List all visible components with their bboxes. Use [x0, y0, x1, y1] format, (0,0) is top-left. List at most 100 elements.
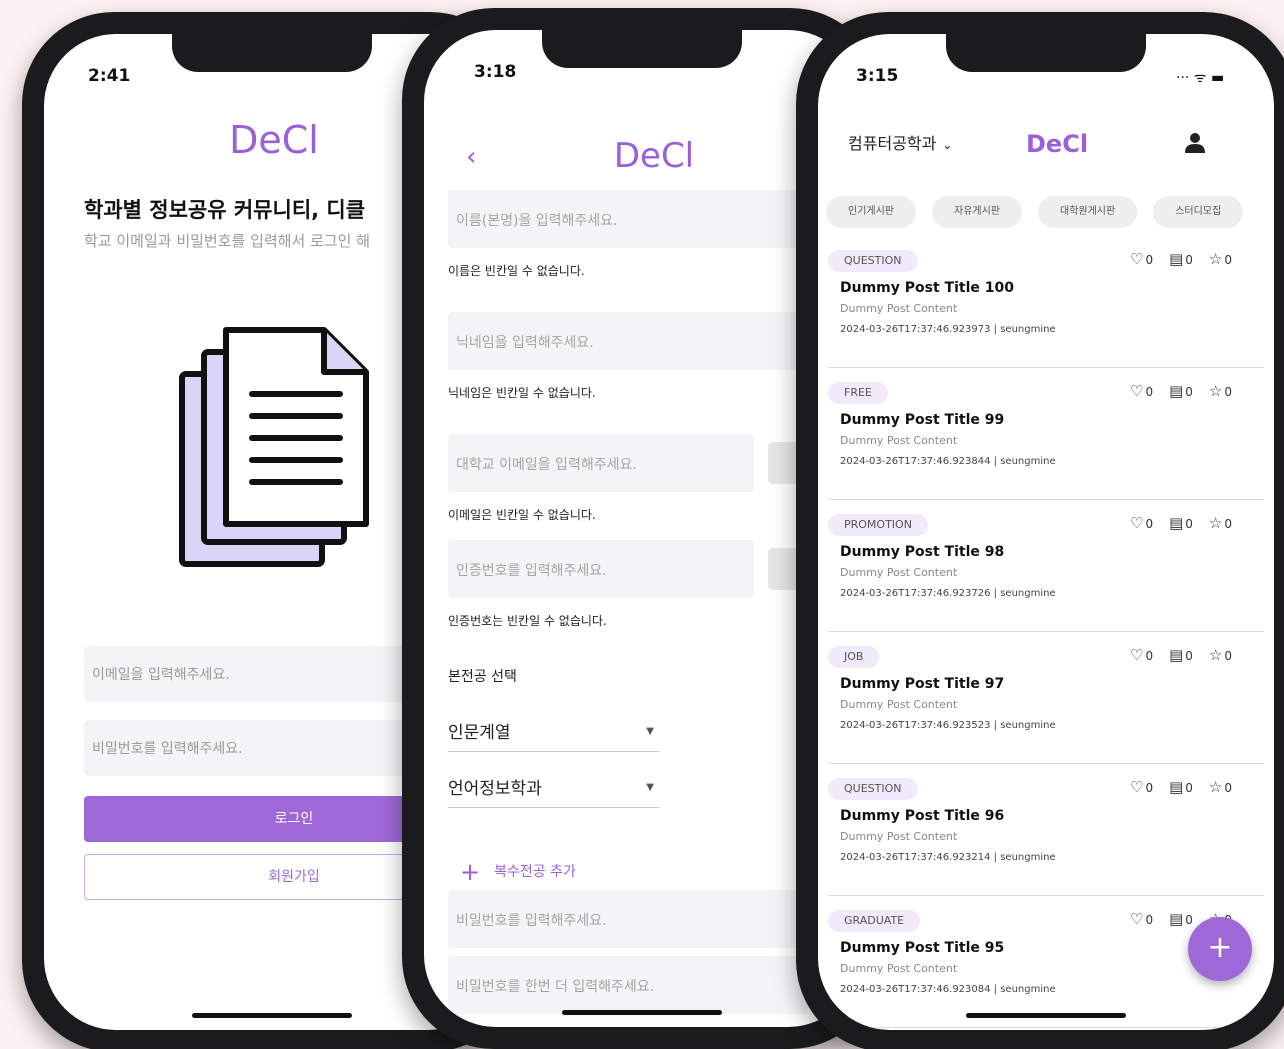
- comment-icon: ▤: [1169, 382, 1184, 400]
- star-count-value: 0: [1224, 649, 1233, 663]
- status-time: 3:18: [474, 62, 517, 82]
- post-title: Dummy Post Title 99: [840, 412, 1005, 428]
- like-count[interactable]: ♡ 0: [1130, 382, 1153, 400]
- user-icon[interactable]: [1184, 132, 1206, 154]
- post-tag: FREE: [828, 382, 888, 404]
- comment-icon: ▤: [1169, 514, 1184, 532]
- like-count[interactable]: ♡ 0: [1130, 514, 1153, 532]
- tab-graduate[interactable]: 대학원게시판: [1038, 196, 1138, 228]
- email-error: 이메일은 빈칸일 수 없습니다.: [448, 508, 596, 522]
- post-stats: ♡0▤0☆0: [1130, 250, 1232, 268]
- app-logo: DeCl: [1026, 130, 1089, 158]
- like-count[interactable]: ♡ 0: [1130, 250, 1153, 268]
- name-input[interactable]: 이름(본명)을 입력해주세요.: [448, 190, 808, 248]
- post-meta: 2024-03-26T17:37:46.923844 | seungmine: [840, 456, 1056, 467]
- department-select-value: 언어정보학과: [448, 779, 542, 799]
- comment-count-value: 0: [1185, 517, 1193, 531]
- nickname-input[interactable]: 닉네임을 입력해주세요.: [448, 312, 808, 370]
- like-count-value: 0: [1145, 517, 1154, 531]
- code-error: 인증번호는 빈칸일 수 없습니다.: [448, 614, 607, 628]
- comment-count: ▤ 0: [1169, 646, 1193, 664]
- star-count[interactable]: ☆0: [1209, 382, 1232, 400]
- like-count-value: 0: [1145, 253, 1154, 267]
- status-icons: ··· ᯤ ▬: [1176, 70, 1225, 86]
- comment-icon: ▤: [1169, 910, 1184, 928]
- star-count-value: 0: [1224, 385, 1233, 399]
- password-input[interactable]: 비밀번호를 입력해주세요.: [448, 890, 808, 948]
- like-count[interactable]: ♡ 0: [1130, 910, 1153, 928]
- post-meta: 2024-03-26T17:37:46.923523 | seungmine: [840, 720, 1056, 731]
- comment-count: ▤ 0: [1169, 778, 1193, 796]
- comment-count-value: 0: [1185, 649, 1193, 663]
- star-count[interactable]: ☆0: [1209, 646, 1232, 664]
- comment-icon: ▤: [1169, 646, 1184, 664]
- status-time: 3:15: [856, 66, 899, 86]
- post-meta: 2024-03-26T17:37:46.923214 | seungmine: [840, 852, 1056, 863]
- tab-free[interactable]: 자유게시판: [932, 196, 1022, 228]
- star-count-value: 0: [1224, 253, 1233, 267]
- star-count[interactable]: ☆0: [1209, 514, 1232, 532]
- list-item[interactable]: QUESTION ♡ 0 ▤ 0 ☆ 0 Dummy Post Title 96 Dummy P…: [828, 772, 1264, 896]
- add-major-label: 복수전공 추가: [494, 864, 576, 880]
- heart-icon: ♡: [1130, 514, 1144, 532]
- star-count-value: 0: [1224, 781, 1233, 795]
- board-phone: 3:15 ··· ᯤ ▬ 컴퓨터공학과 ⌄ DeCl 인기게시판 자유게시판 대학…: [796, 12, 1284, 1049]
- list-item[interactable]: QUESTION ♡ 0 ▤ 0 ☆ 0 Dummy Post Title 100 Dummy …: [828, 244, 1264, 368]
- heart-icon: ♡: [1130, 910, 1144, 928]
- status-time: 2:41: [88, 66, 131, 86]
- star-count[interactable]: ☆0: [1209, 778, 1232, 796]
- add-double-major-button[interactable]: + 복수전공 추가: [460, 858, 576, 886]
- comment-count-value: 0: [1185, 253, 1193, 267]
- department-selector[interactable]: 컴퓨터공학과 ⌄: [848, 130, 952, 154]
- comment-count: ▤ 0: [1169, 250, 1193, 268]
- comment-count: ▤ 0: [1169, 514, 1193, 532]
- home-indicator: [966, 1013, 1126, 1018]
- department-select[interactable]: 언어정보학과 ▼: [448, 768, 660, 808]
- post-tag: JOB: [828, 646, 880, 668]
- home-indicator: [192, 1013, 352, 1018]
- signup-screen: 3:18 ‹ DeCl 이름(본명)을 입력해주세요. 이름은 빈칸일 수 없습…: [424, 30, 860, 1027]
- chevron-down-icon: ⌄: [942, 138, 953, 152]
- college-select[interactable]: 인문계열 ▼: [448, 712, 660, 752]
- category-tabs: 인기게시판 자유게시판 대학원게시판 스터디모집: [826, 196, 1244, 228]
- post-title: Dummy Post Title 96: [840, 808, 1005, 824]
- college-select-value: 인문계열: [448, 723, 511, 743]
- star-count[interactable]: ☆0: [1209, 250, 1232, 268]
- star-icon: ☆: [1208, 778, 1223, 796]
- list-item[interactable]: PROMOTION ♡ 0 ▤ 0 ☆ 0 Dummy Post Title 98 Dummy …: [828, 508, 1264, 632]
- list-item[interactable]: JOB ♡ 0 ▤ 0 ☆ 0 Dummy Post Title 97 Dummy Post C…: [828, 640, 1264, 764]
- post-meta: 2024-03-26T17:37:46.923973 | seungmine: [840, 324, 1056, 335]
- post-title: Dummy Post Title 98: [840, 544, 1005, 560]
- tab-study[interactable]: 스터디모집: [1153, 196, 1244, 228]
- post-stats: ♡0 ▤ 0☆0: [1130, 382, 1232, 400]
- post-title: Dummy Post Title 100: [840, 280, 1014, 296]
- comment-count-value: 0: [1185, 781, 1193, 795]
- add-post-button[interactable]: +: [1188, 917, 1252, 981]
- university-email-input[interactable]: 대학교 이메일을 입력해주세요.: [448, 434, 754, 492]
- heart-icon: ♡: [1130, 382, 1144, 400]
- plus-icon: +: [460, 858, 481, 886]
- verification-code-input[interactable]: 인증번호를 입력해주세요.: [448, 540, 754, 598]
- star-icon: ☆: [1208, 382, 1223, 400]
- password-confirm-input[interactable]: 비밀번호를 한번 더 입력해주세요.: [448, 956, 808, 1014]
- like-count[interactable]: ♡ 0: [1130, 646, 1153, 664]
- nickname-error: 닉네임은 빈칸일 수 없습니다.: [448, 386, 596, 400]
- list-item[interactable]: FREE ♡ 0 ▤ 0 ☆ 0 Dummy Post Title 99 Dummy Post …: [828, 376, 1264, 500]
- post-content: Dummy Post Content: [840, 302, 958, 315]
- comment-count-value: 0: [1185, 913, 1193, 927]
- post-stats: ♡0▤0☆0: [1130, 646, 1232, 664]
- post-stats: ♡0▤0☆0: [1130, 514, 1232, 532]
- star-icon: ☆: [1208, 250, 1223, 268]
- home-indicator: [562, 1010, 722, 1015]
- post-tag: QUESTION: [828, 250, 918, 272]
- post-content: Dummy Post Content: [840, 566, 958, 579]
- star-icon: ☆: [1208, 514, 1223, 532]
- like-count[interactable]: ♡ 0: [1130, 778, 1153, 796]
- tab-popular[interactable]: 인기게시판: [826, 196, 916, 228]
- like-count-value: 0: [1145, 781, 1154, 795]
- star-count-value: 0: [1224, 517, 1233, 531]
- post-content: Dummy Post Content: [840, 434, 958, 447]
- comment-icon: ▤: [1169, 250, 1184, 268]
- heart-icon: ♡: [1130, 646, 1144, 664]
- department-label: 컴퓨터공학과: [848, 134, 937, 153]
